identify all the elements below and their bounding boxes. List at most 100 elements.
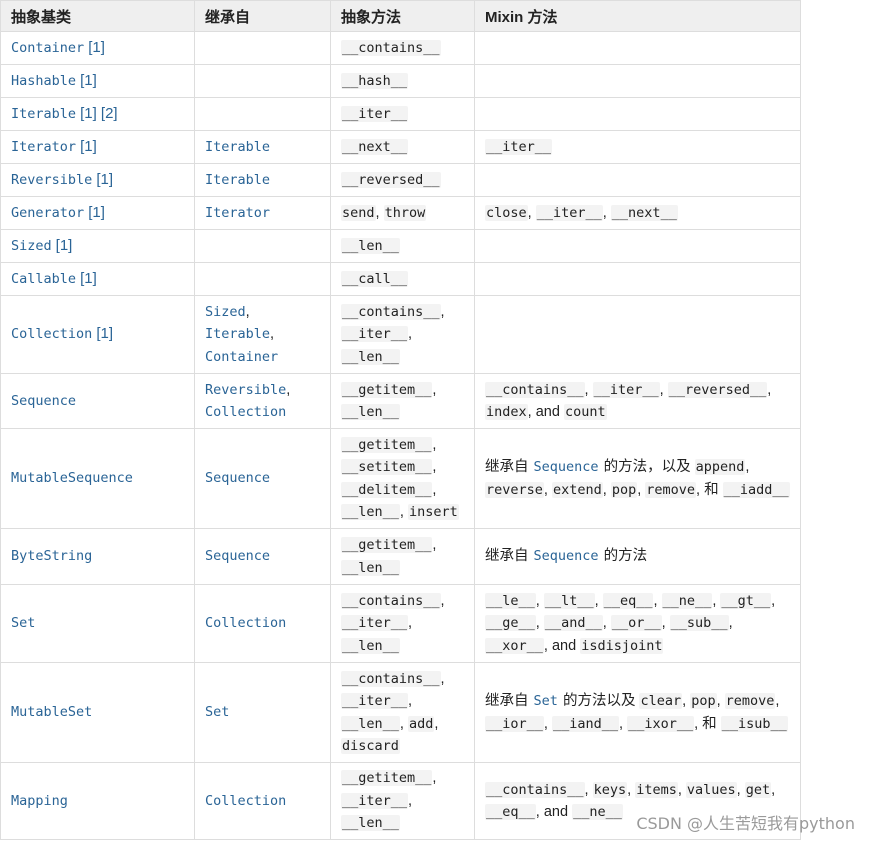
abc-cell: Reversible [1] <box>0 163 195 197</box>
abc-link[interactable]: ByteString <box>11 548 92 564</box>
footnote-ref[interactable]: [1] <box>80 72 97 89</box>
base-class-link[interactable]: Iterable <box>205 139 270 155</box>
abc-link[interactable]: Callable [1] <box>11 270 97 287</box>
method-code: __iter__ <box>485 138 553 155</box>
table-body: Container [1] __contains__ Hashable [1] __h… <box>0 31 801 840</box>
method-code: __len__ <box>341 404 400 420</box>
abstract-methods-cell: __next__ <box>330 130 475 164</box>
inherits-cell <box>194 262 331 296</box>
inherits-cell: Sequence <box>194 528 331 585</box>
base-class-link[interactable]: Collection <box>205 793 286 809</box>
footnote-ref[interactable]: [1] <box>80 138 97 155</box>
method-code: __len__ <box>341 559 400 576</box>
abc-name: Container <box>11 39 85 56</box>
abc-cell: ByteString <box>0 528 195 585</box>
inherited-class-link[interactable]: Sequence <box>533 548 600 564</box>
footnote-ref[interactable]: [1] <box>96 171 113 188</box>
abc-link[interactable]: Iterable [1] [2] <box>11 105 118 122</box>
method-code: __iter__ <box>341 693 409 710</box>
abc-link[interactable]: Sized [1] <box>11 237 73 254</box>
abc-cell: Collection [1] <box>0 295 195 374</box>
method-code: __xor__ <box>485 637 544 654</box>
method-code: get <box>744 781 772 798</box>
method-code: __contains__ <box>341 592 441 609</box>
abc-link[interactable]: Hashable [1] <box>11 72 97 89</box>
inherits-cell: Iterable <box>194 130 331 164</box>
abc-name: Generator <box>11 204 85 221</box>
inherited-class-link[interactable]: Sequence <box>533 459 600 475</box>
method-code: __iter__ <box>341 792 409 809</box>
footnote-ref[interactable]: [1] <box>88 204 105 221</box>
method-code: __contains__ <box>485 781 585 798</box>
footnote-ref[interactable]: [1] <box>96 325 113 342</box>
abc-link[interactable]: Reversible [1] <box>11 171 113 188</box>
method-code: __iter__ <box>341 326 409 343</box>
inherits-cell: Collection <box>194 762 331 840</box>
table-row: Iterable [1] [2] __iter__ <box>0 97 801 131</box>
abstract-methods-cell: __contains__, __iter__, __len__ <box>330 295 475 374</box>
method-code: values <box>685 781 737 798</box>
abstract-methods-cell: __contains__, __iter__, __len__, add, di… <box>330 662 475 763</box>
abc-link[interactable]: Container [1] <box>11 39 105 56</box>
method-code: __eq__ <box>602 592 654 609</box>
method-code: isdisjoint <box>580 637 664 654</box>
footnote-ref[interactable]: [1] <box>80 270 97 287</box>
method-code: __contains__ <box>485 381 585 398</box>
abc-name: Iterator <box>11 138 77 155</box>
footnote-ref[interactable]: [1] <box>56 237 73 254</box>
mixin-middle-text: 的方法以及 <box>562 693 636 710</box>
abc-link[interactable]: Iterator [1] <box>11 138 97 155</box>
abc-name: Sequence <box>11 392 77 409</box>
method-code: __sub__ <box>669 615 729 632</box>
base-class-link[interactable]: Container <box>205 349 278 365</box>
abc-link[interactable]: Set <box>11 615 35 631</box>
base-class-link[interactable]: Reversible <box>205 382 286 398</box>
method-code: __lt__ <box>543 592 595 609</box>
method-code: __len__ <box>341 503 400 520</box>
table-row: ByteString Sequence __getitem__, __len__ 继承… <box>0 528 801 585</box>
abc-link[interactable]: Collection [1] <box>11 325 113 343</box>
abstract-methods-cell: __iter__ <box>330 97 475 131</box>
base-class-link[interactable]: Sized <box>205 304 246 320</box>
base-class-link[interactable]: Set <box>205 704 229 720</box>
base-class-link[interactable]: Iterator <box>205 205 270 221</box>
abstract-methods-cell: __contains__, __iter__, __len__ <box>330 584 475 663</box>
base-class-link[interactable]: Iterable <box>205 172 270 188</box>
method-code: extend <box>551 481 603 498</box>
base-class-link[interactable]: Sequence <box>205 470 270 486</box>
abc-link[interactable]: Generator [1] <box>11 204 105 221</box>
footnote-ref[interactable]: [1] [2] <box>80 105 118 122</box>
mixin-methods-cell: 继承自 Sequence 的方法 <box>474 528 801 585</box>
footnote-ref[interactable]: [1] <box>88 39 105 56</box>
inherits-cell: Iterable <box>194 163 331 197</box>
header-abstract-methods: 抽象方法 <box>330 0 475 32</box>
abc-link[interactable]: Sequence <box>11 393 76 409</box>
base-class-link[interactable]: Collection <box>205 615 286 631</box>
inherited-class-link[interactable]: Set <box>533 693 559 709</box>
abc-name: ByteString <box>11 548 93 565</box>
mixin-methods-cell <box>474 31 801 65</box>
abc-cell: Set <box>0 584 195 663</box>
abc-cell: Generator [1] <box>0 196 195 230</box>
method-code: __iter__ <box>592 381 660 398</box>
abc-link[interactable]: Mapping <box>11 793 68 809</box>
method-code: pop <box>690 693 717 710</box>
method-code: __contains__ <box>341 303 441 320</box>
abc-name: Collection <box>11 326 93 343</box>
abc-link[interactable]: MutableSequence <box>11 470 133 486</box>
base-class-link[interactable]: Sequence <box>205 548 270 564</box>
abc-cell: MutableSequence <box>0 428 195 529</box>
inherits-cell: Sized, Iterable, Container <box>194 295 331 374</box>
abc-name: Sized <box>11 237 52 254</box>
inherits-cell: Reversible, Collection <box>194 373 331 429</box>
abc-link[interactable]: MutableSet <box>11 704 92 720</box>
base-class-link[interactable]: Iterable <box>205 326 270 342</box>
method-code: index <box>485 404 528 420</box>
abc-cell: MutableSet <box>0 662 195 763</box>
abc-cell: Iterator [1] <box>0 130 195 164</box>
method-code: __isub__ <box>720 715 788 732</box>
method-code: __hash__ <box>341 72 409 89</box>
abstract-methods-cell: __contains__ <box>330 31 475 65</box>
base-class-link[interactable]: Collection <box>205 404 286 420</box>
header-abc: 抽象基类 <box>0 0 195 32</box>
